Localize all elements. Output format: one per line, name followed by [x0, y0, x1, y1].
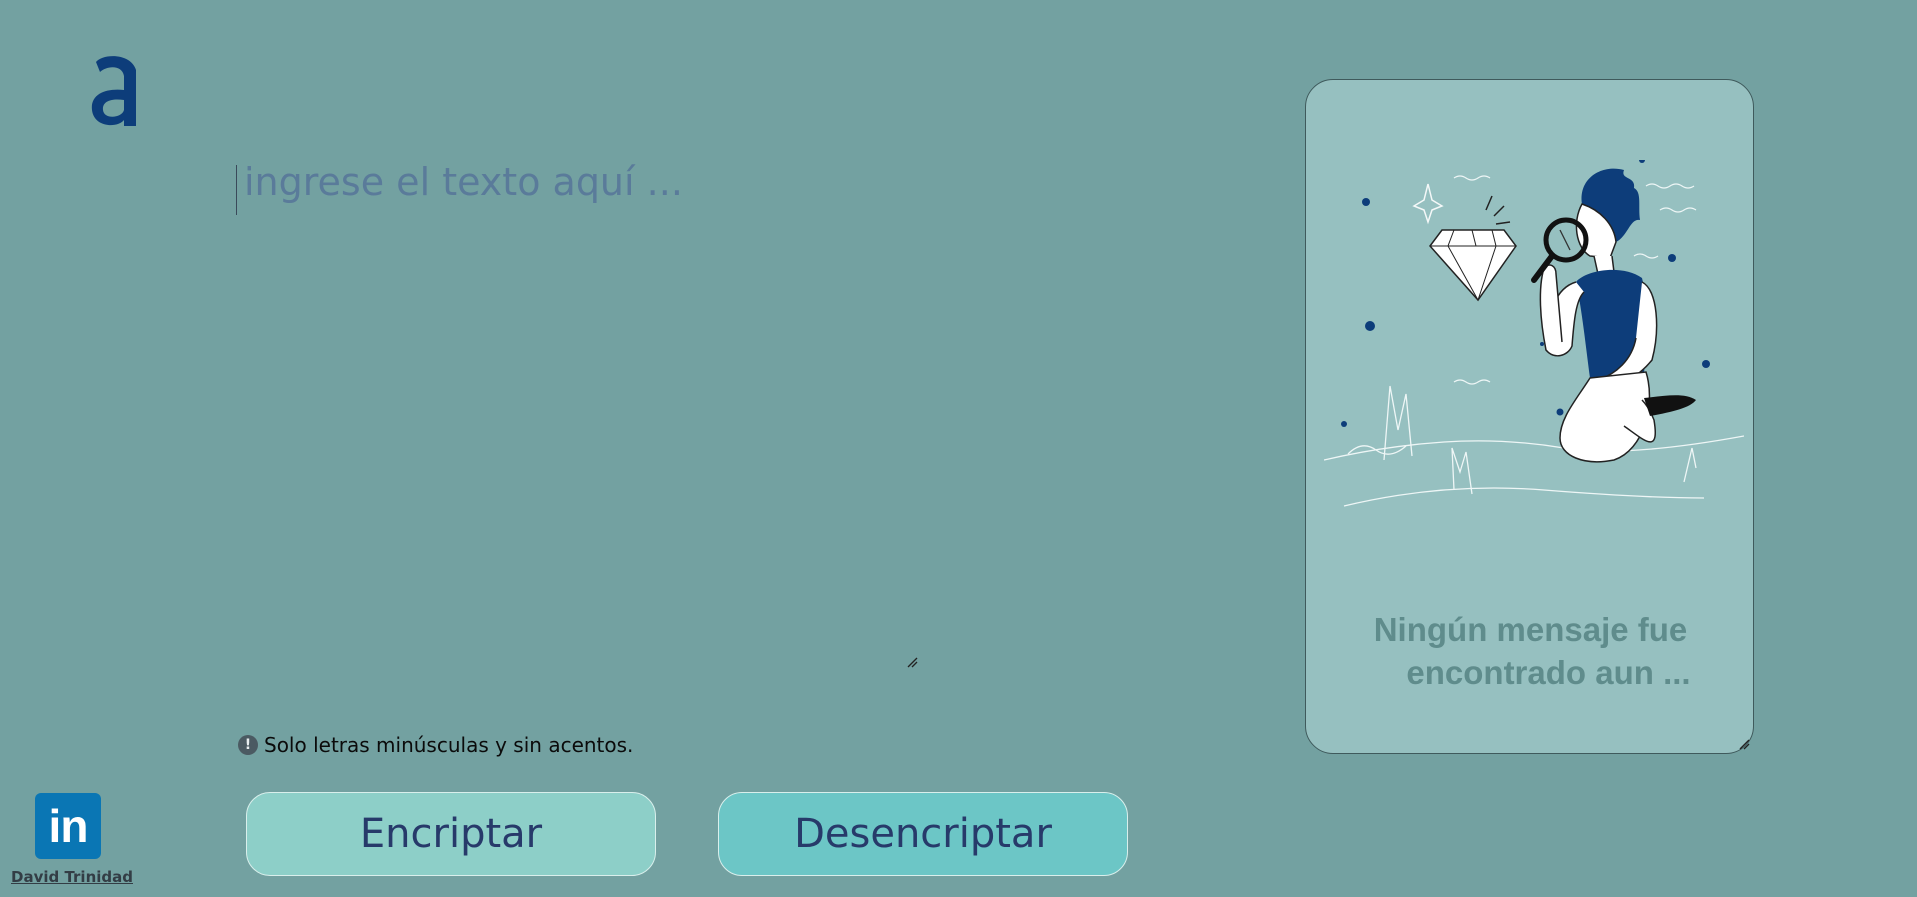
- input-hint: ! Solo letras minúsculas y sin acentos.: [238, 733, 633, 757]
- textarea-resize-handle[interactable]: [906, 656, 918, 668]
- output-message-line1: Ningún mensaje fue: [1373, 611, 1688, 648]
- encrypt-button[interactable]: Encriptar: [246, 792, 656, 876]
- output-panel: Ningún mensaje fue encontrado aun ...: [1305, 79, 1754, 754]
- decrypt-button[interactable]: Desencriptar: [718, 792, 1128, 876]
- linkedin-icon[interactable]: in: [35, 793, 101, 859]
- output-message-line2: encontrado aun ...: [1406, 654, 1691, 691]
- text-input[interactable]: [232, 160, 918, 670]
- page: ! Solo letras minúsculas y sin acentos. …: [0, 0, 1917, 897]
- output-empty-message: Ningún mensaje fue encontrado aun ...: [1306, 608, 1755, 694]
- panel-resize-grip-icon[interactable]: [1738, 738, 1750, 750]
- magnifying-glass-person-icon: [1324, 160, 1744, 507]
- logo: [88, 48, 144, 130]
- logo-icon: [91, 56, 136, 126]
- input-hint-text: Solo letras minúsculas y sin acentos.: [264, 733, 634, 757]
- author-link[interactable]: David Trinidad: [11, 868, 133, 886]
- illustration-person-with-magnifier: [1324, 160, 1744, 520]
- text-caret: [236, 165, 237, 215]
- linkedin-icon-text: in: [48, 800, 89, 852]
- resize-grip-icon: [907, 657, 918, 668]
- exclamation-icon: !: [238, 735, 258, 755]
